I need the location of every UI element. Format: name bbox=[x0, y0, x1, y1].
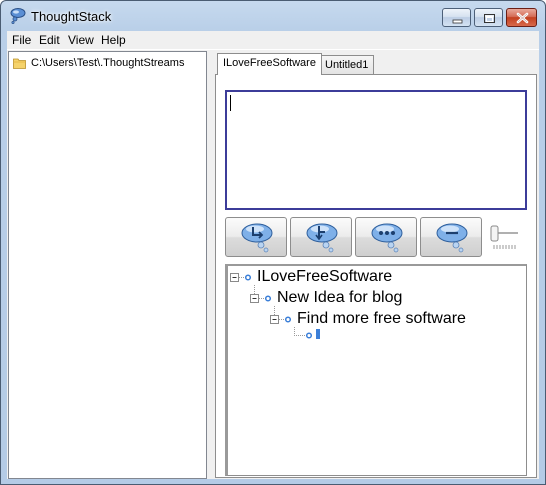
thoughtstack-app-icon bbox=[10, 8, 26, 24]
tree-node-root[interactable]: ILoveFreeSoftware bbox=[257, 268, 392, 286]
menu-edit[interactable]: Edit bbox=[39, 33, 60, 47]
more-options-button[interactable] bbox=[355, 217, 417, 257]
window-title: ThoughtStack bbox=[31, 9, 112, 24]
folder-path[interactable]: C:\Users\Test\.ThoughtStreams bbox=[31, 57, 184, 69]
add-sibling-thought-button[interactable] bbox=[290, 217, 352, 257]
close-icon bbox=[516, 12, 529, 24]
menu-view[interactable]: View bbox=[68, 33, 94, 47]
zoom-slider[interactable] bbox=[488, 223, 522, 253]
client-area: C:\Users\Test\.ThoughtStreams ILoveFreeS… bbox=[7, 49, 539, 479]
thought-editor[interactable] bbox=[225, 90, 527, 210]
tab-label: Untitled1 bbox=[325, 59, 369, 71]
more-options-icon bbox=[371, 223, 403, 253]
add-child-thought-icon bbox=[241, 223, 273, 253]
add-child-thought-button[interactable] bbox=[225, 217, 287, 257]
workspace-area: ILoveFreeSoftware Untitled1 ILoveFreeSof… bbox=[211, 50, 539, 480]
tree-node-grandchild[interactable]: Find more free software bbox=[297, 310, 466, 328]
remove-thought-button[interactable] bbox=[420, 217, 482, 257]
app-window: ThoughtStack File Edit View Help C:\User… bbox=[0, 0, 546, 485]
minimize-button[interactable] bbox=[442, 8, 471, 27]
menu-help[interactable]: Help bbox=[101, 33, 126, 47]
remove-thought-icon bbox=[436, 223, 468, 253]
minimize-icon bbox=[452, 19, 463, 24]
tab-page: ILoveFreeSoftware New Idea for blog Find… bbox=[215, 74, 537, 478]
menu-file[interactable]: File bbox=[12, 33, 31, 47]
maximize-button[interactable] bbox=[474, 8, 503, 27]
thought-tree[interactable]: ILoveFreeSoftware New Idea for blog Find… bbox=[225, 264, 527, 476]
new-node-edit-cursor[interactable] bbox=[316, 329, 320, 339]
tab-untitled1[interactable]: Untitled1 bbox=[319, 55, 375, 74]
tree-node-child[interactable]: New Idea for blog bbox=[277, 289, 402, 307]
menu-bar: File Edit View Help bbox=[7, 31, 539, 49]
maximize-icon bbox=[484, 14, 495, 23]
folder-icon bbox=[13, 58, 26, 69]
file-explorer-panel[interactable]: C:\Users\Test\.ThoughtStreams bbox=[8, 51, 207, 479]
tab-label: ILoveFreeSoftware bbox=[223, 57, 316, 69]
add-sibling-thought-icon bbox=[306, 223, 338, 253]
text-caret bbox=[230, 95, 231, 111]
tab-ilovefreesoftware[interactable]: ILoveFreeSoftware bbox=[217, 53, 322, 75]
close-button[interactable] bbox=[506, 8, 537, 27]
title-bar[interactable]: ThoughtStack bbox=[1, 1, 545, 31]
